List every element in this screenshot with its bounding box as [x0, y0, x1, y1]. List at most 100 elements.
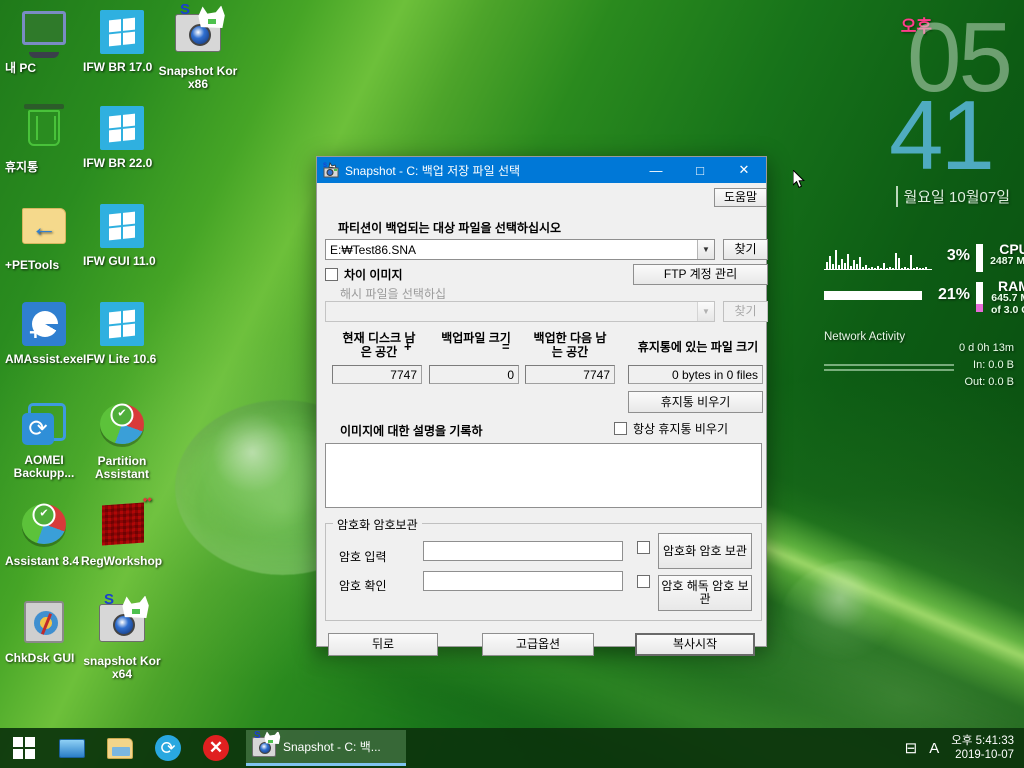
cpu-graph-icon	[824, 244, 932, 270]
desktop-icon-recycle-bin[interactable]: 휴지통	[5, 104, 83, 174]
svg-text:S: S	[323, 163, 327, 169]
tray-date: 2019-10-07	[955, 749, 1014, 761]
wallpaper-water-droplet-2	[780, 560, 930, 680]
diff-image-label: 차이 이미지	[344, 268, 403, 282]
windows-app-icon	[98, 302, 146, 350]
maximize-button[interactable]: □	[678, 157, 722, 183]
diff-image-checkbox[interactable]: 차이 이미지	[325, 266, 403, 283]
taskbar[interactable]: ⟳ ✕ S Snapshot - C: 백... ⊟ A 오후 5:41:33 …	[0, 728, 1024, 768]
empty-recycle-bin-button[interactable]: 휴지통 비우기	[628, 391, 763, 413]
checkbox-box[interactable]	[614, 422, 627, 435]
desktop-icon-label: AOMEI Backupp...	[13, 453, 75, 480]
cpu-title: CPU	[999, 241, 1024, 257]
desktop-icon-chkdsk-gui[interactable]: ChkDsk GUI	[5, 598, 83, 665]
start-icon	[13, 737, 35, 759]
windows-app-icon	[98, 10, 146, 58]
ime-mode-indicator[interactable]: A	[929, 740, 939, 757]
system-tray[interactable]: ⊟ A 오후 5:41:33 2019-10-07	[905, 734, 1024, 762]
desktop-icon-label: Snapshot Kor x86	[158, 64, 238, 91]
always-empty-recycle-bin-checkbox[interactable]: 항상 휴지통 비우기	[614, 420, 728, 437]
password-confirm-label: 암호 확인	[339, 579, 387, 593]
desktop[interactable]: 내 PC IFW BR 17.0 S Snapshot Kor x86 휴지통 …	[0, 0, 1024, 768]
desktop-icon-label: ChkDsk GUI	[5, 651, 75, 665]
close-button[interactable]: ✕	[722, 157, 766, 183]
always-empty-label: 항상 휴지통 비우기	[633, 422, 728, 436]
desktop-icon-label: +PETools	[5, 258, 60, 272]
network-out: Out: 0.0 B	[964, 376, 1014, 388]
snapshot-camera-icon: S	[98, 592, 149, 652]
dialog-titlebar[interactable]: S Snapshot - C: 백업 저장 파일 선택 — □ ✕	[317, 157, 766, 183]
store-encrypt-checkbox[interactable]	[637, 541, 656, 554]
taskbar-sync[interactable]: ⟳	[144, 728, 192, 768]
desktop-icon-amassist[interactable]: AMAssist.exe	[5, 300, 83, 366]
aomei-backupper-icon	[20, 403, 68, 451]
regworkshop-icon	[99, 502, 147, 552]
ram-title: RAM	[998, 278, 1024, 294]
desktop-icon-label: IFW Lite 10.6	[83, 352, 157, 366]
target-file-combo[interactable]: E:₩Test86.SNA ▼	[325, 239, 715, 260]
taskbar-clock[interactable]: 오후 5:41:33 2019-10-07	[951, 734, 1014, 762]
desktop-icon-partition-assistant[interactable]: Partition Assistant	[83, 400, 161, 481]
dialog-title: Snapshot - C: 백업 저장 파일 선택	[345, 163, 521, 178]
network-graph-line-1	[824, 364, 954, 366]
taskbar-close-app[interactable]: ✕	[192, 728, 240, 768]
my-computer-icon	[20, 11, 68, 59]
advanced-options-button[interactable]: 고급옵션	[482, 633, 594, 656]
desktop-icon-my-pc[interactable]: 내 PC	[5, 8, 83, 75]
desktop-icon-regworkshop[interactable]: RegWorkshop	[81, 500, 165, 568]
equals-sign: =	[502, 339, 510, 354]
ram-used: 645.7 MB	[991, 292, 1024, 304]
desktop-icon-label: AMAssist.exe	[5, 352, 84, 366]
taskbar-desktop-peek[interactable]	[48, 728, 96, 768]
minimize-button[interactable]: —	[634, 157, 678, 183]
checkbox-box[interactable]	[637, 575, 650, 588]
ram-graph-bar	[824, 291, 922, 300]
taskbar-window-snapshot[interactable]: S Snapshot - C: 백...	[246, 730, 406, 766]
desktop-icon-snapshot-kor-x86[interactable]: S Snapshot Kor x86	[157, 2, 239, 91]
folder-shortcut-icon	[20, 208, 68, 256]
network-activity-label: Network Activity	[824, 331, 906, 343]
desktop-icon-label: Assistant 8.4	[5, 554, 80, 568]
amassist-icon	[20, 302, 68, 350]
taskbar-file-explorer[interactable]	[96, 728, 144, 768]
browse-button[interactable]: 찾기	[723, 239, 768, 260]
password-input-field[interactable]	[423, 541, 623, 561]
desktop-icon-label: 휴지통	[5, 160, 39, 174]
file-explorer-icon	[107, 737, 133, 759]
desktop-icon-aomei-backupper[interactable]: AOMEI Backupp...	[5, 400, 83, 480]
checkbox-box[interactable]	[325, 268, 338, 281]
start-copy-button[interactable]: 복사시작	[635, 633, 755, 656]
windows-app-icon	[98, 204, 146, 252]
start-button[interactable]	[0, 728, 48, 768]
desktop-icon-ifw-gui-11[interactable]: IFW GUI 11.0	[83, 202, 161, 268]
desktop-icon-ifw-br-22[interactable]: IFW BR 22.0	[83, 104, 161, 170]
backup-size-field: 0	[429, 365, 519, 384]
sync-icon: ⟳	[155, 735, 181, 761]
ram-total: of 3.0 GB	[990, 304, 1024, 316]
desktop-icon-ifw-br-17[interactable]: IFW BR 17.0	[83, 8, 161, 74]
snapshot-camera-icon: S	[174, 2, 225, 62]
target-file-value: E:₩Test86.SNA	[330, 242, 417, 257]
password-confirm-field[interactable]	[423, 571, 623, 591]
partition-pie-icon	[20, 504, 68, 552]
checkbox-box[interactable]	[637, 541, 650, 554]
store-decryption-password-button[interactable]: 암호 해독 암호 보관	[658, 575, 752, 611]
description-textarea[interactable]	[325, 443, 762, 508]
ftp-account-button[interactable]: FTP 계정 관리	[633, 264, 768, 285]
description-label: 이미지에 대한 설명을 기록하	[340, 424, 483, 438]
ram-percent: 21%	[937, 286, 970, 303]
help-button[interactable]: 도움말	[714, 188, 767, 207]
after-backup-space-label: 백업한 다음 남는 공간	[533, 331, 607, 359]
store-decrypt-checkbox[interactable]	[637, 575, 656, 588]
chevron-down-icon[interactable]: ▼	[697, 240, 714, 259]
store-encryption-password-button[interactable]: 암호화 암호 보관	[658, 533, 752, 569]
desktop-icon-ifw-lite[interactable]: IFW Lite 10.6	[83, 300, 161, 366]
ime-keyboard-icon[interactable]: ⊟	[905, 739, 918, 757]
desktop-icon-petools[interactable]: +PETools	[5, 202, 83, 272]
close-red-icon: ✕	[203, 735, 229, 761]
snapshot-dialog[interactable]: S Snapshot - C: 백업 저장 파일 선택 — □ ✕ 도움말 파티…	[316, 156, 768, 656]
back-button[interactable]: 뒤로	[328, 633, 438, 656]
snapshot-camera-icon: S	[323, 162, 339, 178]
desktop-icon-snapshot-kor-x64[interactable]: S snapshot Kor x64	[79, 592, 165, 681]
desktop-icon-assistant-84[interactable]: Assistant 8.4	[5, 500, 83, 568]
